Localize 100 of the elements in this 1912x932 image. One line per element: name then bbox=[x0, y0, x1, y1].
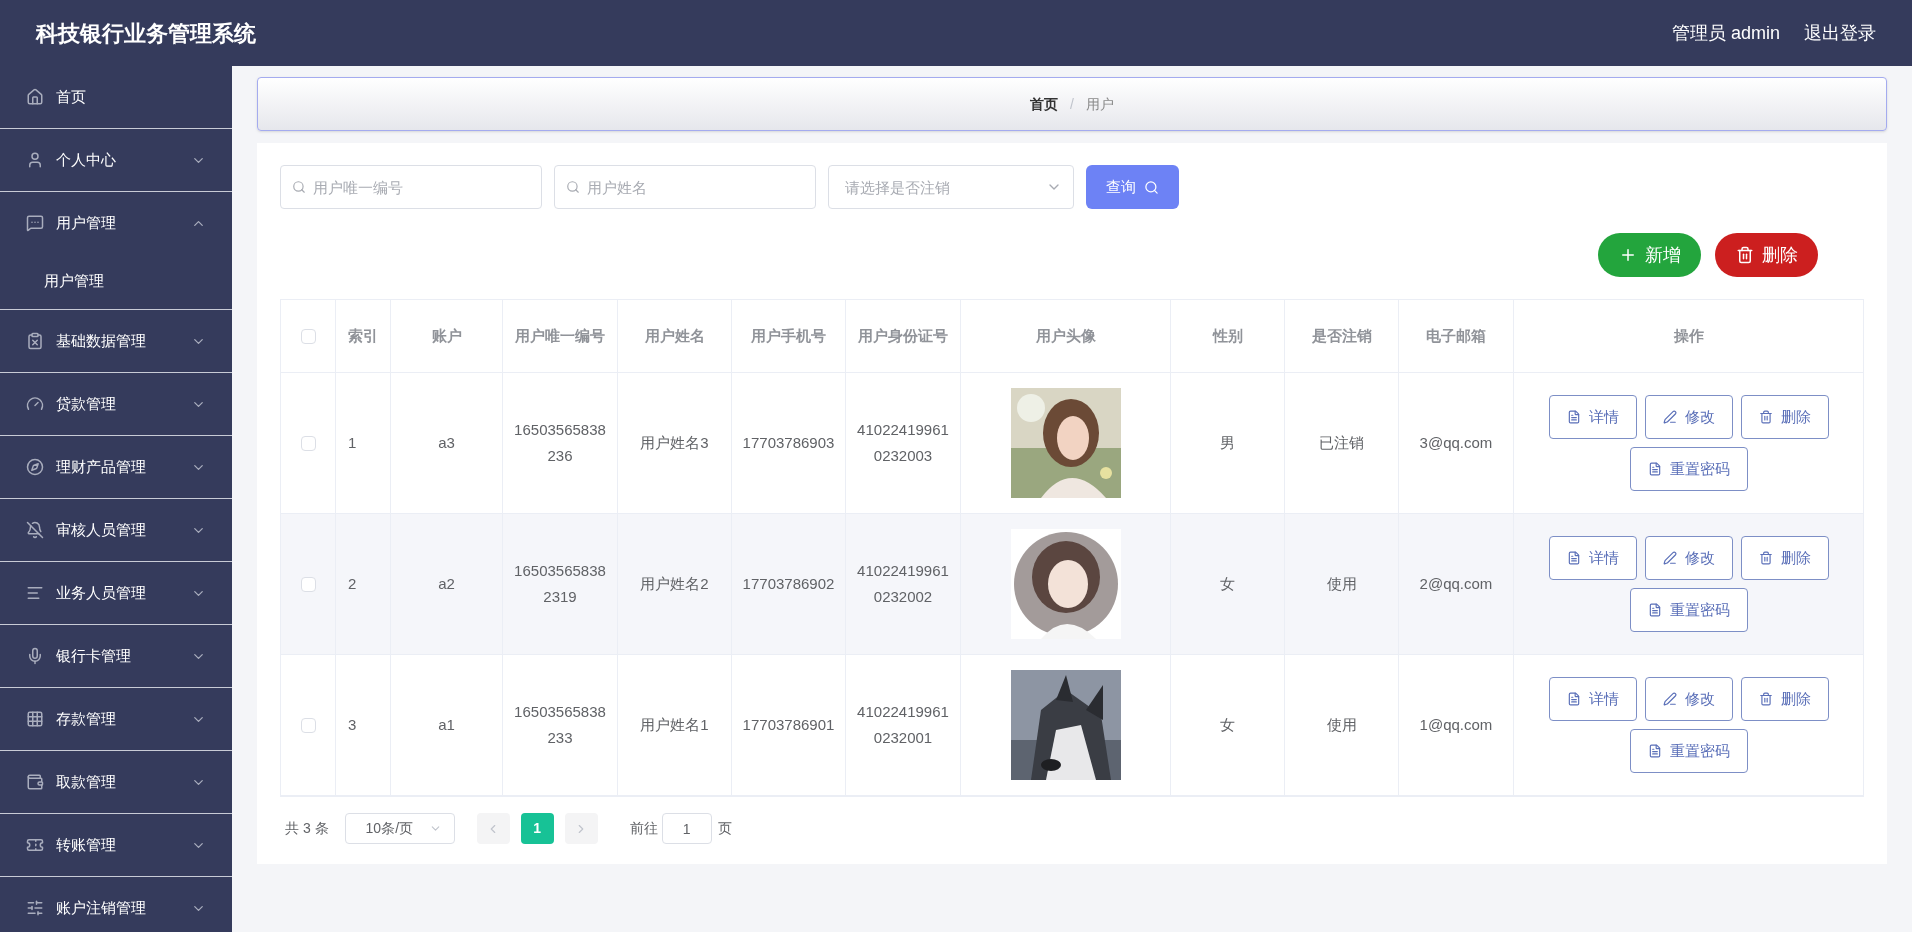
sidebar-item[interactable]: 存款管理 bbox=[0, 688, 232, 750]
row-action-button[interactable]: 删除 bbox=[1740, 536, 1829, 580]
sidebar-item[interactable]: 转账管理 bbox=[0, 814, 232, 876]
column-header: 用户唯一编号 bbox=[515, 326, 605, 346]
row-action-button[interactable]: 详情 bbox=[1548, 395, 1637, 439]
table-cell-text: 已注销 bbox=[1319, 432, 1364, 453]
search-icon bbox=[1144, 179, 1159, 195]
search-icon bbox=[566, 180, 580, 194]
column-header: 索引 bbox=[348, 326, 378, 346]
page-unit: 页 bbox=[717, 819, 732, 838]
sidebar-item[interactable]: 理财产品管理 bbox=[0, 436, 232, 498]
row-action-button[interactable]: 详情 bbox=[1548, 677, 1637, 721]
wallet-icon bbox=[26, 773, 44, 791]
sidebar-item[interactable]: 贷款管理 bbox=[0, 373, 232, 435]
table-cell-text: 使用 bbox=[1326, 573, 1357, 594]
row-action-button[interactable]: 修改 bbox=[1644, 395, 1733, 439]
column-header: 电子邮箱 bbox=[1426, 326, 1486, 346]
table-cell-text: 410224199610232001 bbox=[856, 701, 950, 748]
sidebar-item[interactable]: 用户管理 bbox=[0, 192, 232, 254]
column-header: 用户头像 bbox=[1035, 326, 1096, 346]
sidebar-item[interactable]: 银行卡管理 bbox=[0, 625, 232, 687]
row-checkbox[interactable] bbox=[300, 435, 316, 451]
search-icon bbox=[292, 180, 306, 194]
logout-link[interactable]: 退出登录 bbox=[1804, 19, 1876, 47]
table-cell-text: 165035658382319 bbox=[513, 560, 607, 607]
prev-page-button[interactable] bbox=[476, 813, 510, 844]
column-header: 操作 bbox=[1673, 326, 1704, 346]
sidebar-item[interactable]: 个人中心 bbox=[0, 129, 232, 191]
document-icon bbox=[1566, 551, 1581, 565]
table-cell-text: 使用 bbox=[1326, 714, 1357, 735]
table-cell-text: a2 bbox=[438, 573, 455, 594]
row-action-button[interactable]: 重置密码 bbox=[1629, 729, 1748, 773]
column-header: 账户 bbox=[431, 326, 462, 346]
table-cell-text: 女 bbox=[1220, 714, 1235, 735]
sidebar-item[interactable]: 账户注销管理 bbox=[0, 877, 232, 932]
table-cell-text: 用户姓名2 bbox=[640, 573, 709, 594]
house-icon bbox=[26, 88, 44, 106]
user-label: 管理员 admin bbox=[1671, 21, 1780, 45]
pen-icon bbox=[1662, 410, 1677, 424]
status-select[interactable]: 请选择是否注销 bbox=[828, 165, 1074, 209]
table-cell-text: 2 bbox=[348, 573, 357, 594]
sidebar-item[interactable]: 基础数据管理 bbox=[0, 310, 232, 372]
bell-off-icon bbox=[26, 521, 44, 539]
microphone-icon bbox=[26, 647, 44, 665]
column-header: 用户姓名 bbox=[644, 326, 705, 346]
breadcrumb-item[interactable]: 首页 bbox=[1030, 93, 1059, 115]
table-cell-text: 1 bbox=[348, 432, 357, 453]
table-cell-text: a1 bbox=[438, 714, 455, 735]
sidebar-item[interactable]: 首页 bbox=[0, 66, 232, 128]
table-cell-text: 410224199610232003 bbox=[856, 419, 950, 466]
gauge-icon bbox=[26, 395, 44, 413]
lines-icon bbox=[26, 584, 44, 602]
table-cell-text: a3 bbox=[438, 432, 455, 453]
row-action-button[interactable]: 详情 bbox=[1548, 536, 1637, 580]
document-icon bbox=[1647, 744, 1662, 758]
sidebar-subitem[interactable]: 用户管理 bbox=[0, 254, 232, 309]
compass-icon bbox=[26, 458, 44, 476]
pen-icon bbox=[1662, 551, 1677, 565]
app-title: 科技银行业务管理系统 bbox=[36, 19, 256, 48]
query-button[interactable]: 查询 bbox=[1086, 165, 1179, 209]
column-header: 用户手机号 bbox=[751, 326, 826, 346]
table-cell-text: 3 bbox=[348, 714, 357, 735]
breadcrumb-separator: / bbox=[1070, 94, 1074, 114]
row-action-button[interactable]: 修改 bbox=[1644, 536, 1733, 580]
document-icon bbox=[1566, 410, 1581, 424]
row-action-button[interactable]: 删除 bbox=[1740, 677, 1829, 721]
column-header: 性别 bbox=[1212, 326, 1243, 346]
page-size-select[interactable]: 10条/页 bbox=[344, 813, 455, 844]
search-field[interactable]: 用户唯一编号 bbox=[280, 165, 542, 209]
row-action-button[interactable]: 删除 bbox=[1740, 395, 1829, 439]
row-checkbox[interactable] bbox=[300, 717, 316, 733]
pen-icon bbox=[1662, 692, 1677, 706]
delete-button[interactable]: 删除 bbox=[1715, 233, 1818, 277]
sidebar-item[interactable]: 取款管理 bbox=[0, 751, 232, 813]
column-header: 是否注销 bbox=[1311, 326, 1372, 346]
trash-icon bbox=[1758, 410, 1773, 424]
ticket-icon bbox=[26, 836, 44, 854]
page-input[interactable]: 1 bbox=[661, 813, 712, 844]
table-cell-text: 1@qq.com bbox=[1419, 714, 1493, 735]
sliders-icon bbox=[26, 899, 44, 917]
clipboard-icon bbox=[26, 332, 44, 350]
document-icon bbox=[1647, 603, 1662, 617]
breadcrumb-item: 用户 bbox=[1085, 94, 1114, 114]
table-cell-text: 16503565838233 bbox=[513, 701, 607, 748]
row-action-button[interactable]: 重置密码 bbox=[1629, 447, 1748, 491]
person-icon bbox=[26, 151, 44, 169]
trash-icon bbox=[1758, 551, 1773, 565]
sidebar-item[interactable]: 审核人员管理 bbox=[0, 499, 232, 561]
select-all-checkbox[interactable] bbox=[300, 328, 316, 344]
table-cell-text: 410224199610232002 bbox=[856, 560, 950, 607]
row-action-button[interactable]: 修改 bbox=[1644, 677, 1733, 721]
table-cell-text: 16503565838236 bbox=[513, 419, 607, 466]
chat-bubble-icon bbox=[26, 214, 44, 232]
sidebar-item[interactable]: 业务人员管理 bbox=[0, 562, 232, 624]
search-field[interactable]: 用户姓名 bbox=[554, 165, 816, 209]
row-action-button[interactable]: 重置密码 bbox=[1629, 588, 1748, 632]
next-page-button[interactable] bbox=[564, 813, 598, 844]
row-checkbox[interactable] bbox=[300, 576, 316, 592]
table-cell-text: 17703786902 bbox=[742, 573, 835, 594]
table-cell-text: 用户姓名3 bbox=[640, 432, 709, 453]
